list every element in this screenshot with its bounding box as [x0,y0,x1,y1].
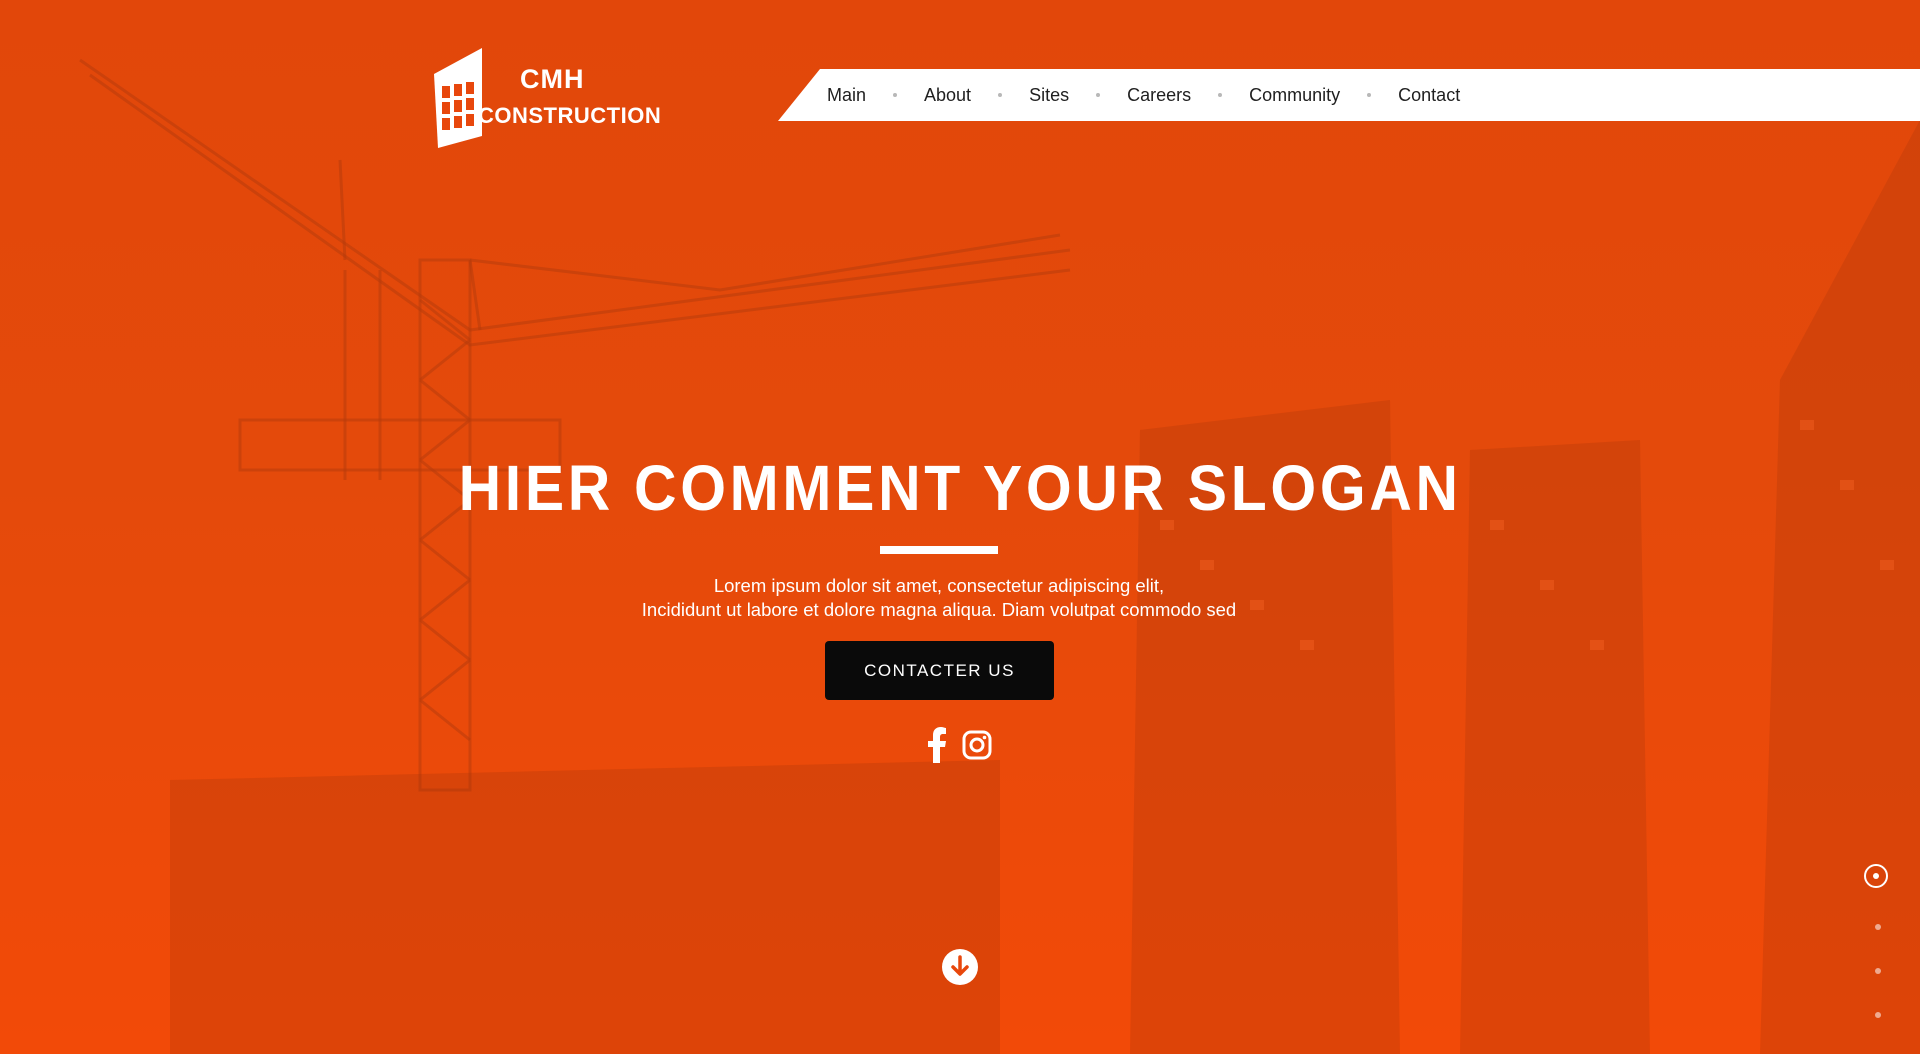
pager-dot[interactable] [1875,1012,1881,1018]
slide-pager [1864,864,1892,1024]
nav-item-sites[interactable]: Sites [1029,85,1069,106]
nav-separator [893,93,898,97]
nav-separator [1096,93,1101,97]
lead-line-2: Incididunt ut labore et dolore magna ali… [641,599,1237,620]
pager-dot[interactable] [1875,924,1881,930]
building-logo-icon [434,48,482,148]
slogan-divider [880,546,998,554]
nav-item-contact[interactable]: Contact [1398,85,1460,106]
nav-separator [1367,93,1372,97]
hero-slogan: HIER COMMENT YOUR SLOGAN [458,452,1462,524]
scroll-down-arrow-icon[interactable] [942,949,978,985]
nav-separator [998,93,1003,97]
hero-section: CMH CONSTRUCTION Main About Sites Career… [0,0,1920,1054]
nav-item-careers[interactable]: Careers [1127,85,1191,106]
construction-background-image [79,58,1920,1054]
main-navigation: Main About Sites Careers Community Conta… [778,69,1920,121]
hero-lead-text: Lorem ipsum dolor sit amet, consectetur … [0,574,1878,622]
pager-dot[interactable] [1875,968,1881,974]
nav-item-community[interactable]: Community [1249,85,1340,106]
nav-separator [1218,93,1223,97]
nav-items: Main About Sites Careers Community Conta… [827,69,1460,121]
lead-line-1: Lorem ipsum dolor sit amet, consectetur … [713,575,1165,596]
pager-dot-active[interactable] [1864,864,1888,888]
instagram-icon[interactable] [962,730,992,760]
social-links [926,727,996,763]
nav-item-main[interactable]: Main [827,85,866,106]
facebook-icon[interactable] [926,727,948,763]
nav-item-about[interactable]: About [924,85,971,106]
brand-logo[interactable]: CMH CONSTRUCTION [430,44,661,148]
contact-us-button[interactable]: CONTACTER US [825,641,1054,700]
brand-name-line1: CMH [520,64,585,94]
brand-name-line2: CONSTRUCTION [478,103,662,128]
